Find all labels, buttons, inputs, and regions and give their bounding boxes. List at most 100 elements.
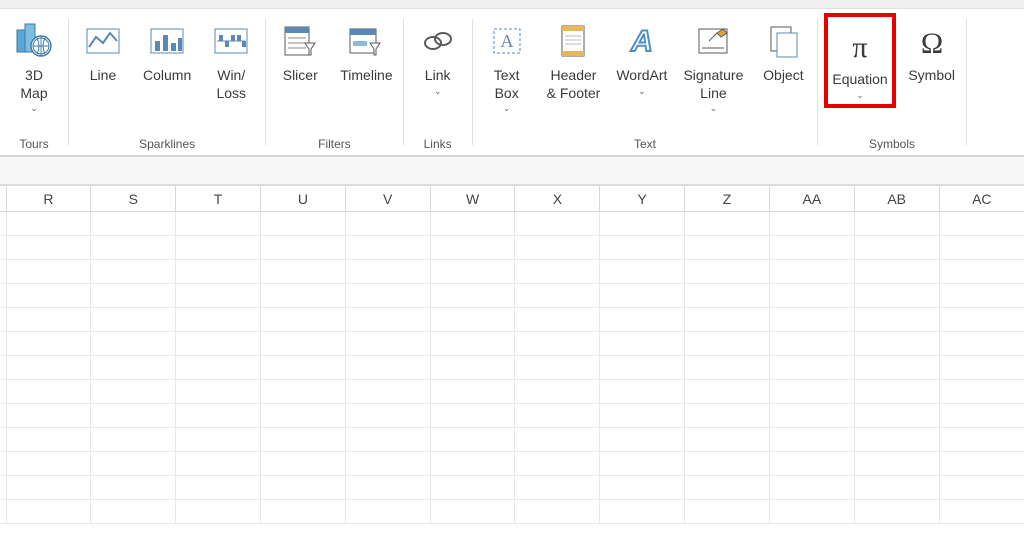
cell[interactable] xyxy=(515,212,600,236)
cell[interactable] xyxy=(430,404,515,428)
cell[interactable] xyxy=(91,404,176,428)
cell[interactable] xyxy=(939,404,1024,428)
cell[interactable] xyxy=(6,476,91,500)
cell[interactable] xyxy=(176,308,261,332)
column-header[interactable]: AA xyxy=(769,186,854,212)
cell[interactable] xyxy=(854,500,939,524)
cell[interactable] xyxy=(430,260,515,284)
cell[interactable] xyxy=(515,356,600,380)
cell[interactable] xyxy=(176,428,261,452)
column-header[interactable]: W xyxy=(430,186,515,212)
cell[interactable] xyxy=(600,380,685,404)
cell[interactable] xyxy=(685,452,770,476)
cell[interactable] xyxy=(600,452,685,476)
text-box-button[interactable]: A Text Box ⌄ xyxy=(479,13,535,117)
column-header[interactable]: AC xyxy=(939,186,1024,212)
cell[interactable] xyxy=(176,356,261,380)
cell[interactable] xyxy=(769,476,854,500)
cell[interactable] xyxy=(91,428,176,452)
cell[interactable] xyxy=(176,500,261,524)
cell[interactable] xyxy=(939,356,1024,380)
cell[interactable] xyxy=(600,500,685,524)
cell[interactable] xyxy=(769,212,854,236)
cell[interactable] xyxy=(769,356,854,380)
column-header[interactable]: V xyxy=(345,186,430,212)
cell[interactable] xyxy=(769,428,854,452)
cell[interactable] xyxy=(939,308,1024,332)
cell[interactable] xyxy=(515,332,600,356)
cell[interactable] xyxy=(260,404,345,428)
cell[interactable] xyxy=(345,260,430,284)
cell[interactable] xyxy=(345,404,430,428)
cell[interactable] xyxy=(260,476,345,500)
column-header[interactable]: Z xyxy=(685,186,770,212)
cell[interactable] xyxy=(6,428,91,452)
cell[interactable] xyxy=(260,380,345,404)
cell[interactable] xyxy=(939,380,1024,404)
cell[interactable] xyxy=(260,356,345,380)
cell[interactable] xyxy=(260,428,345,452)
cell[interactable] xyxy=(685,476,770,500)
symbol-button[interactable]: Ω Symbol xyxy=(904,13,960,89)
cell[interactable] xyxy=(91,308,176,332)
cell[interactable] xyxy=(685,236,770,260)
cell[interactable] xyxy=(176,260,261,284)
cell[interactable] xyxy=(176,236,261,260)
cell[interactable] xyxy=(854,428,939,452)
cell[interactable] xyxy=(600,356,685,380)
cell[interactable] xyxy=(515,404,600,428)
cell[interactable] xyxy=(769,308,854,332)
cell[interactable] xyxy=(854,380,939,404)
cell[interactable] xyxy=(854,308,939,332)
cell[interactable] xyxy=(600,284,685,308)
cell[interactable] xyxy=(345,236,430,260)
link-button[interactable]: Link ⌄ xyxy=(410,13,466,100)
cell[interactable] xyxy=(769,284,854,308)
timeline-button[interactable]: Timeline xyxy=(336,13,396,89)
spreadsheet-grid[interactable]: RSTUVWXYZAAABAC xyxy=(0,185,1024,524)
column-header[interactable]: U xyxy=(260,186,345,212)
cell[interactable] xyxy=(91,332,176,356)
cell[interactable] xyxy=(854,236,939,260)
cell[interactable] xyxy=(345,308,430,332)
header-footer-button[interactable]: Header & Footer xyxy=(543,13,605,106)
cell[interactable] xyxy=(769,260,854,284)
cell[interactable] xyxy=(6,452,91,476)
cell[interactable] xyxy=(91,212,176,236)
cell[interactable] xyxy=(260,212,345,236)
cell[interactable] xyxy=(430,332,515,356)
cell[interactable] xyxy=(6,236,91,260)
cell[interactable] xyxy=(685,212,770,236)
cell[interactable] xyxy=(769,404,854,428)
cell[interactable] xyxy=(685,356,770,380)
cell[interactable] xyxy=(515,428,600,452)
cell[interactable] xyxy=(91,476,176,500)
cell[interactable] xyxy=(345,284,430,308)
cell[interactable] xyxy=(515,260,600,284)
signature-line-button[interactable]: Signature Line ⌄ xyxy=(679,13,747,117)
cell[interactable] xyxy=(685,332,770,356)
cell[interactable] xyxy=(600,212,685,236)
cell[interactable] xyxy=(91,356,176,380)
cell[interactable] xyxy=(176,404,261,428)
cell[interactable] xyxy=(515,284,600,308)
cell[interactable] xyxy=(6,260,91,284)
cell[interactable] xyxy=(515,380,600,404)
cell[interactable] xyxy=(345,212,430,236)
cell[interactable] xyxy=(854,452,939,476)
slicer-button[interactable]: Slicer xyxy=(272,13,328,89)
cell[interactable] xyxy=(769,500,854,524)
cell[interactable] xyxy=(176,212,261,236)
cell[interactable] xyxy=(345,380,430,404)
cell[interactable] xyxy=(939,332,1024,356)
cell[interactable] xyxy=(854,260,939,284)
cell[interactable] xyxy=(685,500,770,524)
cell[interactable] xyxy=(515,452,600,476)
object-button[interactable]: Object xyxy=(755,13,811,89)
cell[interactable] xyxy=(515,308,600,332)
cell[interactable] xyxy=(430,284,515,308)
cell[interactable] xyxy=(600,428,685,452)
column-header[interactable]: X xyxy=(515,186,600,212)
cell[interactable] xyxy=(685,260,770,284)
cell[interactable] xyxy=(176,284,261,308)
